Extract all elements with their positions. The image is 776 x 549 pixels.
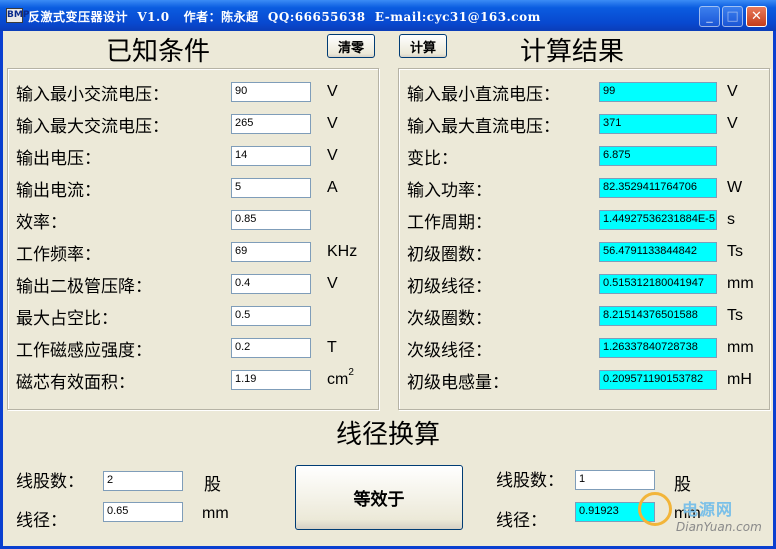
result-row-label: 初级圈数： (407, 245, 492, 265)
known-row-label: 输出电流： (16, 181, 101, 201)
result-row-output[interactable]: 99 (599, 82, 717, 102)
known-row-input[interactable]: 265 (231, 114, 311, 134)
title-bar[interactable]: BMP 反激式变压器设计 V1.0 作者：陈永超 QQ:66655638 E-m… (0, 0, 776, 31)
result-row-unit: W (727, 179, 743, 196)
result-row-output[interactable]: 0.209571190153782 (599, 370, 717, 390)
right-diameter-label: 线径： (496, 511, 547, 531)
result-row-label: 输入最小直流电压： (407, 85, 560, 105)
watermark-sub-text: DianYuan.com (676, 520, 762, 534)
known-row-input[interactable]: 69 (231, 242, 311, 262)
calculate-button[interactable]: 计算 (399, 34, 447, 58)
known-row-input[interactable]: 5 (231, 178, 311, 198)
watermark-logo-icon (638, 492, 672, 526)
results-heading: 计算结果 (520, 37, 625, 67)
known-row-unit: V (327, 83, 338, 100)
known-row-input[interactable]: 90 (231, 82, 311, 102)
known-row-unit: V (327, 115, 338, 132)
known-row-label: 工作磁感应强度： (16, 341, 152, 361)
known-row-unit: KHz (327, 243, 358, 260)
result-row-output[interactable]: 6.875 (599, 146, 717, 166)
app-icon: BMP (6, 8, 29, 23)
result-row-output[interactable]: 371 (599, 114, 717, 134)
known-row-unit: V (327, 147, 338, 164)
result-row-output[interactable]: 8.21514376501588 (599, 306, 717, 326)
result-row-label: 变比： (407, 149, 458, 169)
left-strands-input[interactable]: 2 (103, 471, 183, 491)
result-row-label: 次级线径： (407, 341, 492, 361)
result-row-output[interactable]: 82.3529411764706 (599, 178, 717, 198)
known-row-label: 输出电压： (16, 149, 101, 169)
result-row-unit: mm (727, 275, 754, 292)
known-row-input[interactable]: 0.85 (231, 210, 311, 230)
result-row-label: 次级圈数： (407, 309, 492, 329)
clear-button[interactable]: 清零 (327, 34, 375, 58)
known-heading: 已知条件 (106, 37, 211, 67)
known-row-unit-superscript: 2 (348, 367, 354, 378)
known-row-input[interactable]: 0.2 (231, 338, 311, 358)
known-row-label: 输入最小交流电压： (16, 85, 169, 105)
result-row-label: 输入功率： (407, 181, 492, 201)
known-row-label: 输出二极管压降： (16, 277, 152, 297)
result-row-unit: V (727, 83, 738, 100)
result-row-unit: Ts (727, 243, 743, 260)
known-row-input[interactable]: 1.19 (231, 370, 311, 390)
result-row-output[interactable]: 1.26337840728738 (599, 338, 717, 358)
result-row-unit: mm (727, 339, 754, 356)
minimize-button[interactable]: _ (699, 6, 720, 27)
wire-heading: 线径换算 (336, 420, 441, 450)
known-row-label: 最大占空比： (16, 309, 118, 329)
result-row-label: 工作周期： (407, 213, 492, 233)
left-diameter-unit: mm (202, 505, 229, 522)
result-row-label: 输入最大直流电压： (407, 117, 560, 137)
window-title: 反激式变压器设计 V1.0 作者：陈永超 QQ:66655638 E-mail:… (28, 10, 541, 24)
result-row-unit: V (727, 115, 738, 132)
known-row-label: 工作频率： (16, 245, 101, 265)
known-row-label: 磁芯有效面积： (16, 373, 135, 393)
known-row-input[interactable]: 14 (231, 146, 311, 166)
watermark-main-text: 电源网 (682, 500, 734, 519)
result-row-unit: Ts (727, 307, 743, 324)
maximize-button[interactable]: □ (722, 6, 743, 27)
known-row-unit: T (327, 339, 337, 356)
equivalent-button[interactable]: 等效于 (295, 465, 463, 530)
result-row-label: 初级电感量： (407, 373, 509, 393)
known-row-unit: cm2 (327, 367, 354, 388)
result-row-unit: mH (727, 371, 752, 388)
right-strands-label: 线股数： (496, 471, 564, 491)
known-row-unit: V (327, 275, 338, 292)
known-row-unit: A (327, 179, 338, 196)
left-strands-unit: 股 (204, 475, 221, 495)
known-row-label: 输入最大交流电压： (16, 117, 169, 137)
known-row-input[interactable]: 0.5 (231, 306, 311, 326)
result-row-unit: s (727, 211, 735, 228)
result-row-output[interactable]: 56.4791133844842 (599, 242, 717, 262)
right-strands-input[interactable]: 1 (575, 470, 655, 490)
left-diameter-label: 线径： (16, 511, 67, 531)
known-row-label: 效率： (16, 213, 67, 233)
known-row-input[interactable]: 0.4 (231, 274, 311, 294)
close-button[interactable]: ✕ (746, 6, 767, 27)
result-row-label: 初级线径： (407, 277, 492, 297)
result-row-output[interactable]: 0.515312180041947 (599, 274, 717, 294)
result-row-output[interactable]: 1.44927536231884E-5 (599, 210, 717, 230)
site-watermark: 电源网 DianYuan.com (636, 490, 776, 549)
left-diameter-input[interactable]: 0.65 (103, 502, 183, 522)
left-strands-label: 线股数： (16, 472, 84, 492)
